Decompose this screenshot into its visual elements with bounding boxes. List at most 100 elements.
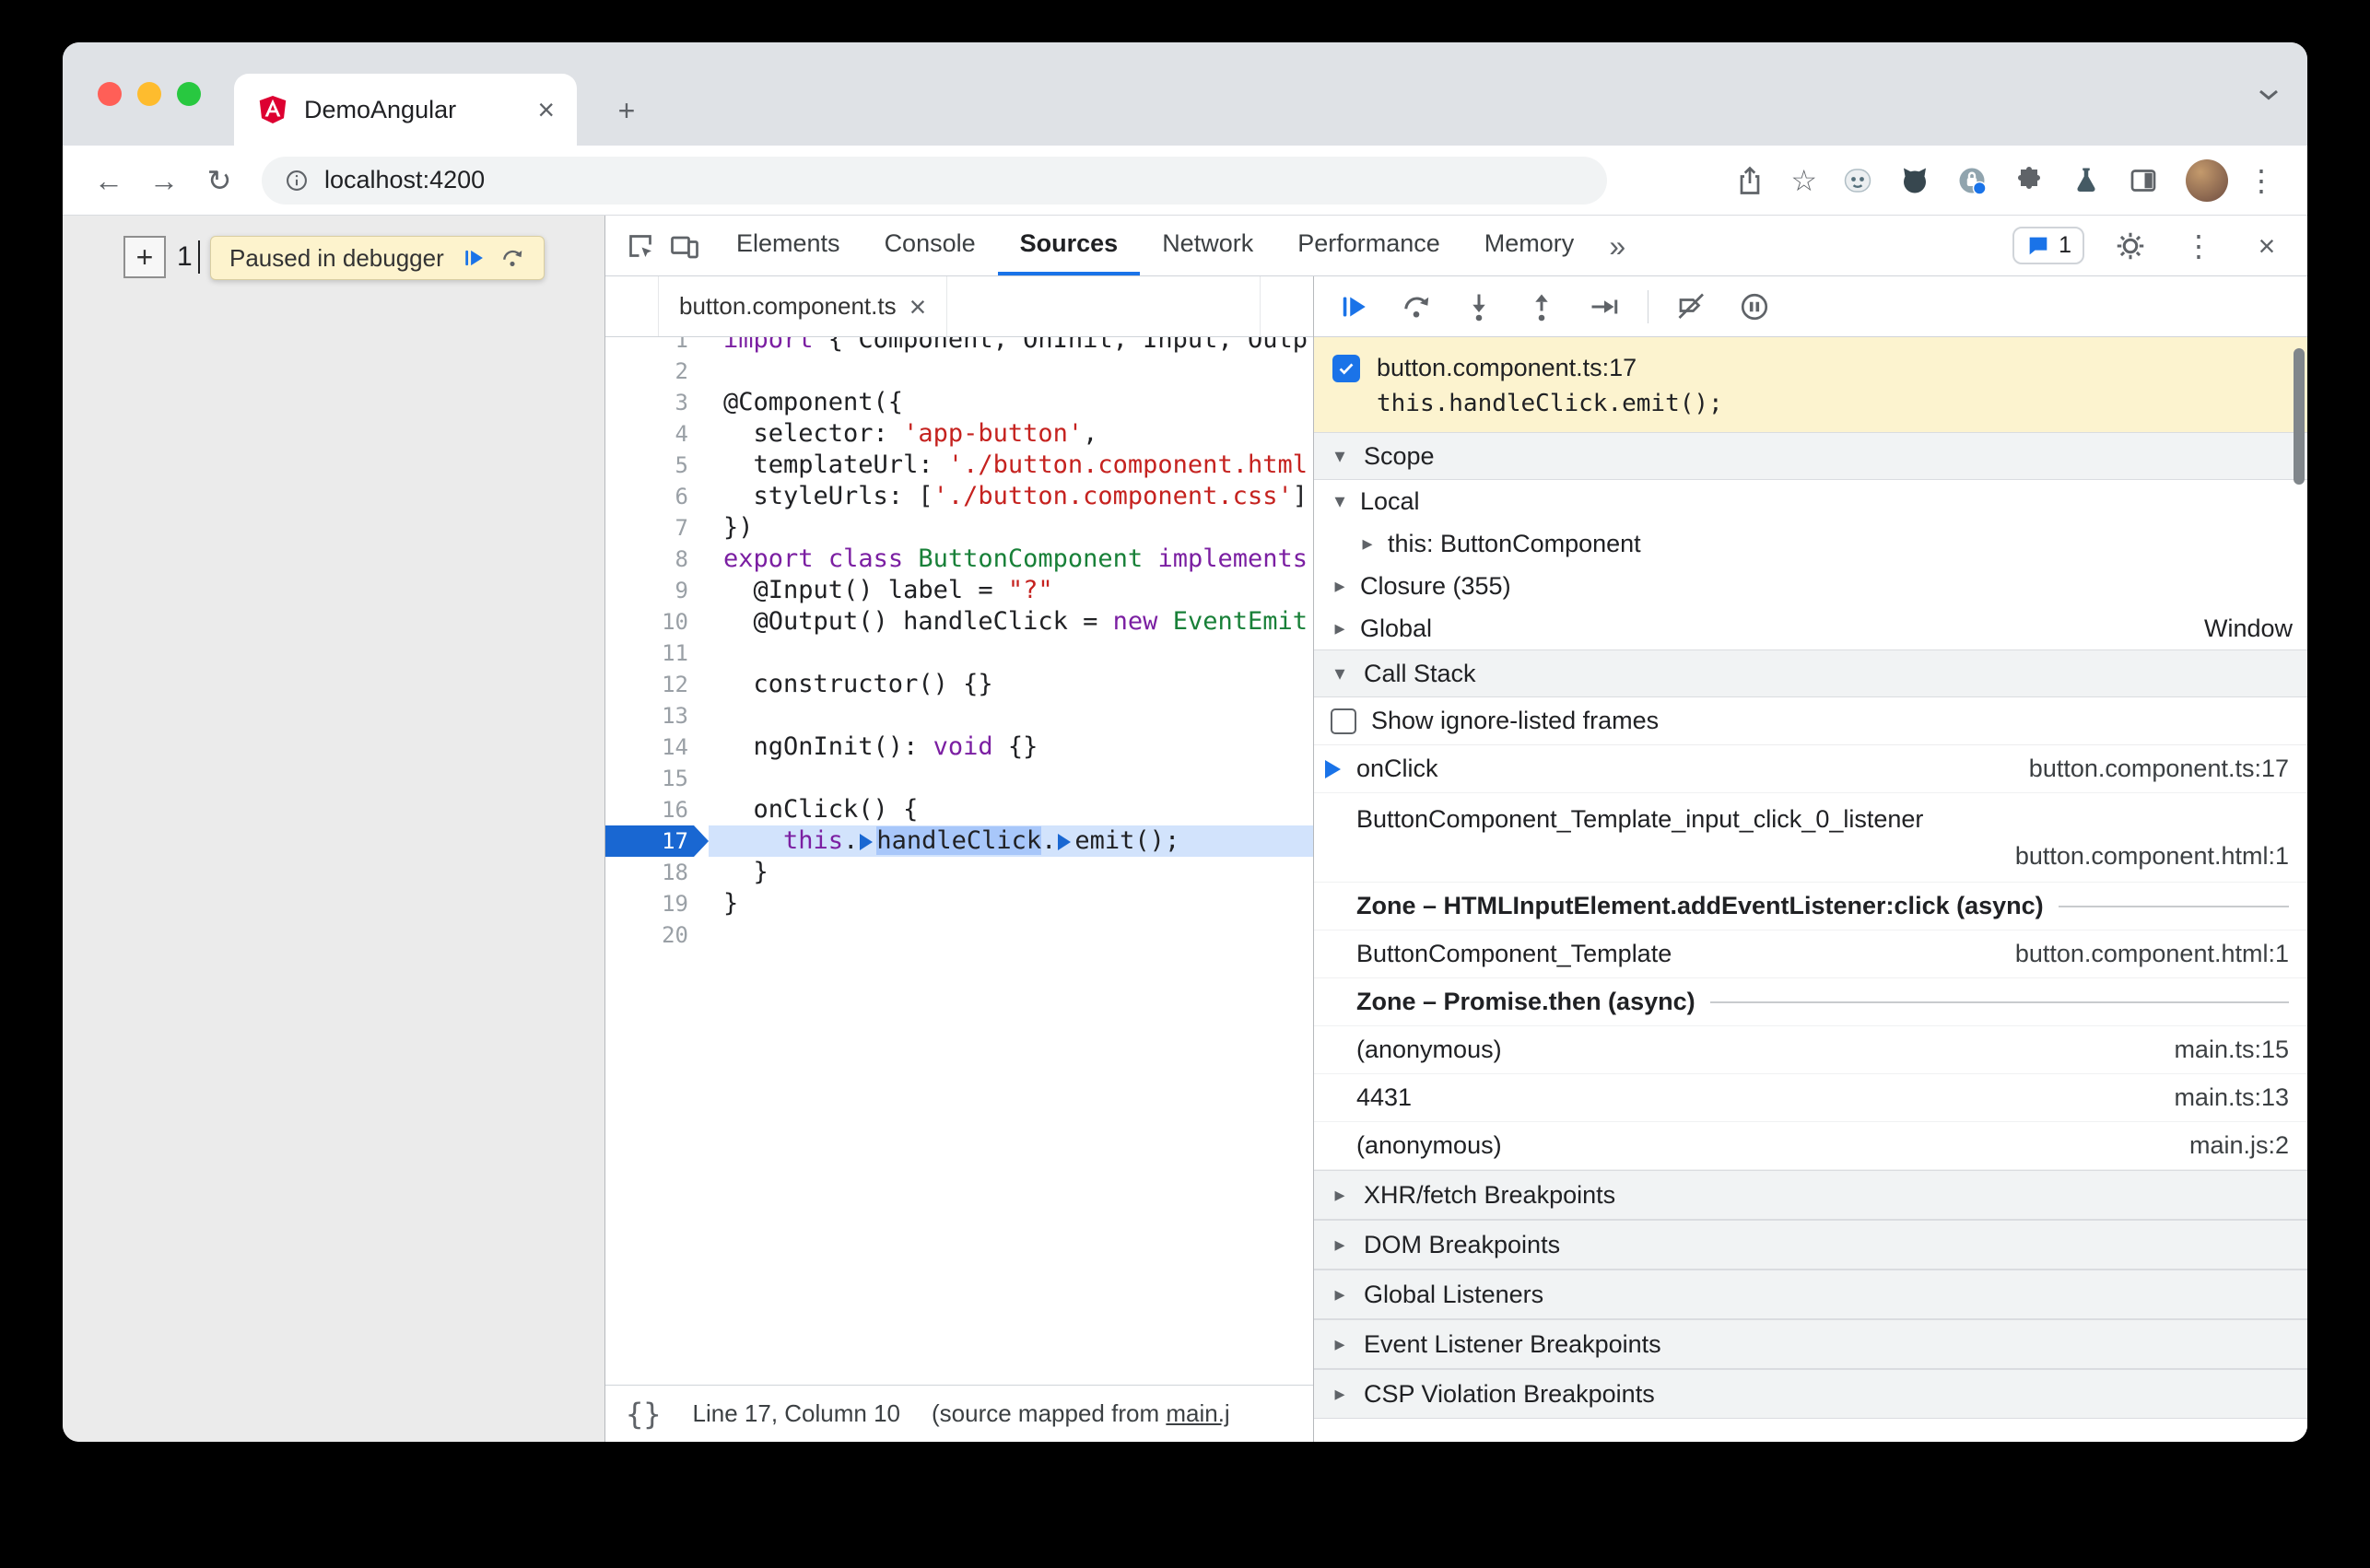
browser-tab[interactable]: DemoAngular × [234, 74, 577, 146]
code-line-1[interactable]: 1 import { Component, OnInit, Input, Outp [605, 337, 1313, 356]
section-dom-breakpoints[interactable]: ▸ DOM Breakpoints [1314, 1220, 2307, 1270]
avatar[interactable] [2186, 158, 2228, 202]
code-line-9[interactable]: 9 @Input() label = "?" [605, 575, 1313, 606]
ignore-listed-checkbox[interactable] [1331, 708, 1356, 734]
code-line-18[interactable]: 18 } [605, 857, 1313, 888]
line-number[interactable]: 5 [605, 450, 709, 481]
devtools-tab-console[interactable]: Console [862, 216, 998, 275]
tab-search-chevron-icon[interactable] [2252, 77, 2285, 111]
code-line-7[interactable]: 7}) [605, 512, 1313, 544]
pretty-print-icon[interactable]: {} [626, 1399, 662, 1429]
site-info-icon[interactable] [284, 168, 310, 193]
devtools-tab-performance[interactable]: Performance [1275, 216, 1462, 275]
breakpoint-location[interactable]: button.component.ts:17 [1377, 354, 1637, 382]
callstack-frame[interactable]: (anonymous) main.ts:15 [1314, 1026, 2307, 1074]
section-csp-violation-breakpoints[interactable]: ▸ CSP Violation Breakpoints [1314, 1369, 2307, 1419]
file-tab-close-icon[interactable]: × [909, 292, 927, 322]
scope-row-global[interactable]: ▸ Global Window [1314, 607, 2307, 649]
step-out-icon[interactable] [1517, 285, 1566, 329]
code-editor[interactable]: 1 import { Component, OnInit, Input, Outp… [605, 337, 1313, 1385]
forward-icon[interactable]: → [142, 158, 186, 203]
sidebar-scrollbar[interactable] [2294, 348, 2305, 485]
code-line-5[interactable]: 5 templateUrl: './button.component.html [605, 450, 1313, 481]
code-line-6[interactable]: 6 styleUrls: ['./button.component.css'] [605, 481, 1313, 512]
code-line-12[interactable]: 12 constructor() {} [605, 669, 1313, 700]
devtools-tab-elements[interactable]: Elements [714, 216, 862, 275]
code-line-16[interactable]: 16 onClick() { [605, 794, 1313, 825]
line-number[interactable]: 3 [605, 387, 709, 418]
line-number[interactable]: 10 [605, 606, 709, 638]
line-number[interactable]: 12 [605, 669, 709, 700]
reload-icon[interactable]: ↻ [197, 158, 241, 203]
console-messages-badge[interactable]: 1 [2012, 227, 2084, 264]
breakpoint-checkbox[interactable] [1332, 354, 1360, 382]
minimize-window-button[interactable] [137, 82, 161, 106]
line-number[interactable]: 17 [605, 825, 709, 857]
line-number[interactable]: 13 [605, 700, 709, 731]
tab-split-icon[interactable] [2127, 164, 2160, 197]
code-line-8[interactable]: 8 export class ButtonComponent implements [605, 544, 1313, 575]
source-mapped-link[interactable]: main.j [1166, 1399, 1229, 1427]
disclosure-right-icon[interactable]: ▸ [1329, 574, 1351, 598]
callstack-section-header[interactable]: ▾ Call Stack [1314, 649, 2307, 697]
callstack-frame[interactable]: onClick button.component.ts:17 [1314, 745, 2307, 793]
tab-close-icon[interactable]: × [537, 95, 555, 124]
star-icon[interactable]: ☆ [1790, 166, 1817, 195]
callstack-frame[interactable]: ButtonComponent_Template_input_click_0_l… [1314, 793, 2307, 883]
line-number[interactable]: 11 [605, 638, 709, 669]
line-number[interactable]: 1 [605, 337, 709, 356]
deactivate-breakpoints-icon[interactable] [1667, 285, 1717, 329]
step-into-icon[interactable] [1454, 285, 1504, 329]
close-window-button[interactable] [98, 82, 122, 106]
code-line-11[interactable]: 11 [605, 638, 1313, 669]
puzzle-icon[interactable] [2012, 164, 2046, 197]
more-tabs-icon[interactable]: » [1596, 231, 1638, 261]
devtools-menu-icon[interactable]: ⋮ [2176, 224, 2221, 268]
scope-row-local[interactable]: ▾ Local [1314, 480, 2307, 522]
share-icon[interactable] [1733, 164, 1766, 197]
code-line-14[interactable]: 14 ngOnInit(): void {} [605, 731, 1313, 763]
step-over-icon[interactable] [1391, 285, 1441, 329]
app-plus-button[interactable]: + [123, 236, 166, 278]
line-number[interactable]: 19 [605, 888, 709, 919]
address-bar[interactable]: localhost:4200 [262, 156, 1607, 205]
line-number[interactable]: 18 [605, 857, 709, 888]
ignore-listed-frames-row[interactable]: Show ignore-listed frames [1314, 697, 2307, 745]
line-number[interactable]: 20 [605, 919, 709, 951]
flask-icon[interactable] [2070, 164, 2103, 197]
code-line-10[interactable]: 10 @Output() handleClick = new EventEmit [605, 606, 1313, 638]
scope-row-closure-355[interactable]: ▸ Closure (355) [1314, 565, 2307, 607]
scope-section-header[interactable]: ▾ Scope [1314, 432, 2307, 480]
scope-row-this-buttoncomponent[interactable]: ▸ this: ButtonComponent [1314, 522, 2307, 565]
code-line-3[interactable]: 3 @Component({ [605, 387, 1313, 418]
code-line-19[interactable]: 19} [605, 888, 1313, 919]
inline-step-marker-icon[interactable] [860, 834, 874, 850]
code-line-2[interactable]: 2 [605, 356, 1313, 387]
callstack-frame[interactable]: 4431 main.ts:13 [1314, 1074, 2307, 1122]
section-global-listeners[interactable]: ▸ Global Listeners [1314, 1270, 2307, 1319]
inline-step-marker-icon[interactable] [1058, 834, 1072, 850]
zoom-window-button[interactable] [177, 82, 201, 106]
show-navigator-icon[interactable] [605, 276, 659, 336]
settings-gear-icon[interactable] [2108, 224, 2153, 268]
pause-exceptions-icon[interactable] [1730, 285, 1779, 329]
devtools-tab-memory[interactable]: Memory [1462, 216, 1597, 275]
section-event-listener-breakpoints[interactable]: ▸ Event Listener Breakpoints [1314, 1319, 2307, 1369]
cat-icon[interactable] [1898, 164, 1931, 197]
callstack-frame[interactable]: (anonymous) main.js:2 [1314, 1122, 2307, 1170]
browser-menu-icon[interactable]: ⋮ [2239, 158, 2283, 203]
resume-icon[interactable] [1329, 285, 1379, 329]
new-tab-button[interactable]: + [603, 87, 651, 135]
mask-icon[interactable] [1841, 164, 1874, 197]
resume-icon[interactable] [461, 245, 487, 271]
line-number[interactable]: 8 [605, 544, 709, 575]
disclosure-right-icon[interactable]: ▸ [1356, 532, 1379, 556]
privacy-icon[interactable] [1955, 164, 1989, 197]
line-number[interactable]: 2 [605, 356, 709, 387]
devtools-tab-network[interactable]: Network [1140, 216, 1275, 275]
section-xhr-fetch-breakpoints[interactable]: ▸ XHR/fetch Breakpoints [1314, 1170, 2307, 1220]
file-tab[interactable]: button.component.ts × [659, 276, 948, 336]
sidebar-toggle-icon[interactable] [1260, 276, 1313, 336]
line-number[interactable]: 15 [605, 763, 709, 794]
inspect-element-icon[interactable] [618, 224, 663, 268]
